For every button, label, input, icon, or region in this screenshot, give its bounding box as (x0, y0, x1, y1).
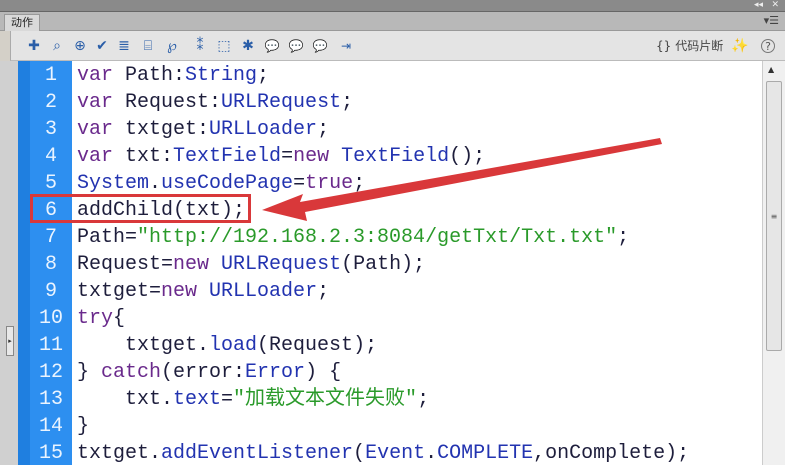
annotation-arrow (262, 138, 662, 221)
